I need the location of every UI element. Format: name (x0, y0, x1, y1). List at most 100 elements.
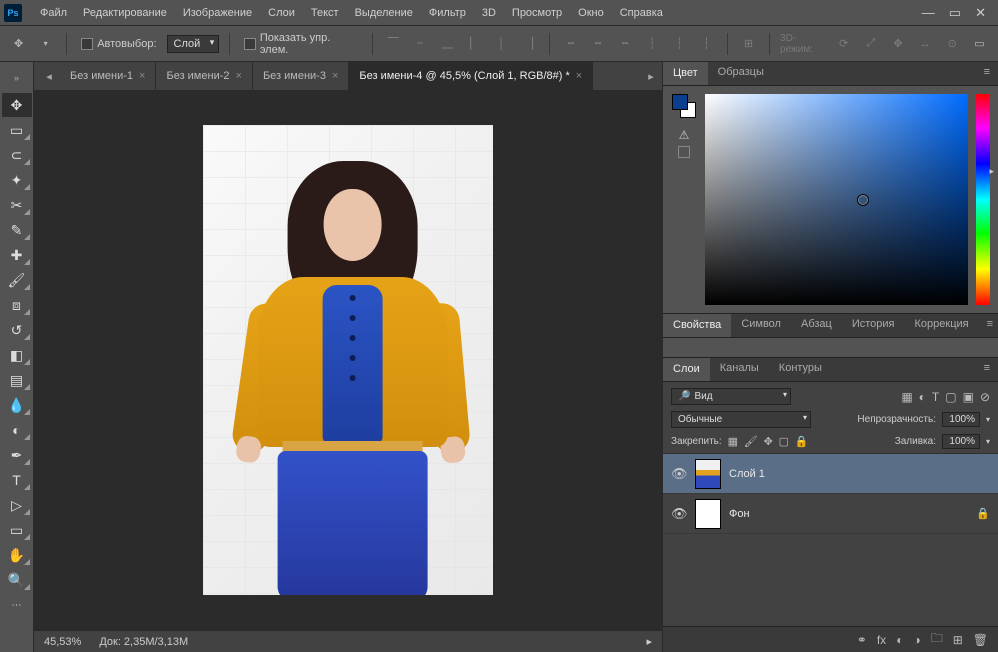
layer-row[interactable]: 👁 Слой 1 (663, 454, 998, 494)
tool-gradient[interactable]: ▤ (2, 368, 32, 392)
tool-marquee[interactable]: ▭ (2, 118, 32, 142)
visibility-icon[interactable]: 👁 (671, 466, 687, 482)
align-hcenter-icon[interactable]: │ (491, 33, 512, 55)
tool-zoom[interactable]: 🔍 (2, 568, 32, 592)
tab-channels[interactable]: Каналы (710, 358, 769, 381)
tab-swatches[interactable]: Образцы (708, 62, 774, 85)
tool-blur[interactable]: 💧 (2, 393, 32, 417)
align-right-icon[interactable]: ▕ (518, 33, 539, 55)
distribute-hcenter-icon[interactable]: ┆ (669, 33, 690, 55)
distribute-right-icon[interactable]: ┆ (696, 33, 717, 55)
tab-history[interactable]: История (842, 314, 905, 337)
close-icon[interactable]: × (576, 70, 582, 82)
tab-doc-1[interactable]: Без имени-1 × (60, 62, 156, 90)
filter-adjust-icon[interactable]: ◐ (919, 390, 926, 404)
panel-menu-icon[interactable]: ≡ (979, 314, 998, 337)
websafe-icon[interactable] (678, 146, 690, 158)
link-layers-icon[interactable]: ⚭ (857, 633, 867, 647)
menu-window[interactable]: Окно (570, 3, 612, 23)
layer-mask-icon[interactable]: ◐ (896, 633, 903, 647)
align-vcenter-icon[interactable]: ⎯ (410, 33, 431, 55)
panel-menu-icon[interactable]: ≡ (976, 62, 998, 85)
menu-help[interactable]: Справка (612, 3, 671, 23)
window-close-icon[interactable]: ✕ (975, 5, 986, 21)
tool-eyedropper[interactable]: ✎ (2, 218, 32, 242)
show-transform-checkbox[interactable]: Показать упр. элем. (240, 30, 361, 58)
slide3d-icon[interactable]: ↔ (915, 33, 936, 55)
menu-layers[interactable]: Слои (260, 3, 303, 23)
filter-pixel-icon[interactable]: ▦ (901, 390, 912, 404)
new-layer-icon[interactable]: ⊞ (953, 633, 963, 647)
tab-paragraph[interactable]: Абзац (791, 314, 842, 337)
distribute-bottom-icon[interactable]: ╍ (615, 33, 636, 55)
menu-select[interactable]: Выделение (347, 3, 421, 23)
foreground-background-swatch[interactable] (672, 94, 696, 118)
tool-text[interactable]: T (2, 468, 32, 492)
move-tool-icon[interactable]: ✥ (8, 33, 29, 55)
opacity-field[interactable]: 100% (942, 412, 980, 427)
tool-heal[interactable]: ✚ (2, 243, 32, 267)
tool-hand[interactable]: ✋ (2, 543, 32, 567)
close-icon[interactable]: × (332, 70, 338, 82)
distribute-vcenter-icon[interactable]: ╍ (587, 33, 608, 55)
canvas-area[interactable]: WAMOTVET.RU (34, 90, 662, 630)
menu-file[interactable]: Файл (32, 3, 75, 23)
tool-move[interactable]: ✥ (2, 93, 32, 117)
menu-view[interactable]: Просмотр (504, 3, 570, 23)
tab-paths[interactable]: Контуры (769, 358, 832, 381)
window-maximize-icon[interactable]: ▭ (949, 5, 961, 21)
filter-smart-icon[interactable]: ▣ (963, 390, 974, 404)
tool-history-brush[interactable]: ↺ (2, 318, 32, 342)
menu-edit[interactable]: Редактирование (75, 3, 175, 23)
toolbox-expand-icon[interactable]: » (12, 66, 22, 90)
layer-fx-icon[interactable]: fx (877, 633, 886, 647)
layer-thumbnail[interactable] (695, 459, 721, 489)
close-icon[interactable]: × (139, 70, 145, 82)
lock-transparent-icon[interactable]: ▦ (728, 436, 738, 448)
tool-pen[interactable]: ✒ (2, 443, 32, 467)
tool-crop[interactable]: ✂ (2, 193, 32, 217)
zoom3d-icon[interactable]: ⊙ (942, 33, 963, 55)
panel-menu-icon[interactable]: ≡ (976, 358, 998, 381)
doc-size[interactable]: Док: 2,35M/3,13M (99, 636, 188, 648)
filter-shape-icon[interactable]: ▢ (945, 390, 956, 404)
layer-name[interactable]: Фон (729, 508, 750, 520)
visibility-icon[interactable]: 👁 (671, 506, 687, 522)
layer-group-icon[interactable]: 🗀 (931, 629, 943, 650)
tool-stamp[interactable]: ⧈ (2, 293, 32, 317)
auto-select-checkbox[interactable]: Автовыбор: (77, 36, 160, 52)
gamut-warning-icon[interactable]: ⚠ (679, 128, 690, 142)
saturation-value-picker[interactable] (705, 94, 968, 305)
distribute-left-icon[interactable]: ┆ (642, 33, 663, 55)
blend-mode-dropdown[interactable]: Обычные (671, 411, 811, 428)
pan3d-icon[interactable]: ✥ (887, 33, 908, 55)
menu-image[interactable]: Изображение (175, 3, 260, 23)
status-menu-icon[interactable]: ▸ (646, 635, 652, 648)
window-minimize-icon[interactable]: ― (922, 5, 935, 21)
align-top-icon[interactable]: ⎺ (383, 33, 404, 55)
auto-select-target-dropdown[interactable]: Слой (167, 35, 220, 53)
layer-row[interactable]: 👁 Фон 🔒 (663, 494, 998, 534)
delete-layer-icon[interactable]: 🗑 (973, 633, 988, 647)
filter-toggle-icon[interactable]: ⊘ (980, 390, 990, 404)
tool-eraser[interactable]: ◧ (2, 343, 32, 367)
close-icon[interactable]: × (236, 70, 242, 82)
align-left-icon[interactable]: ▏ (464, 33, 485, 55)
tab-layers[interactable]: Слои (663, 358, 710, 381)
layer-filter-dropdown[interactable]: 🔎Вид (671, 388, 791, 405)
fill-field[interactable]: 100% (942, 434, 980, 449)
distribute-top-icon[interactable]: ╍ (560, 33, 581, 55)
tool-quick-select[interactable]: ✦ (2, 168, 32, 192)
filter-text-icon[interactable]: T (932, 390, 939, 404)
tab-doc-4[interactable]: Без имени-4 @ 45,5% (Слой 1, RGB/8#) * × (349, 62, 593, 90)
tab-properties[interactable]: Свойства (663, 314, 731, 337)
orbit3d-icon[interactable]: ⟳ (833, 33, 854, 55)
align-bottom-icon[interactable]: ⎽ (437, 33, 458, 55)
tab-adjustments[interactable]: Коррекция (905, 314, 979, 337)
tab-scroll-left[interactable]: ◂ (38, 62, 60, 90)
zoom-value[interactable]: 45,53% (44, 636, 81, 648)
lock-position-icon[interactable]: ✥ (764, 436, 773, 448)
tab-color[interactable]: Цвет (663, 62, 708, 85)
adjustment-layer-icon[interactable]: ◑ (913, 633, 920, 647)
tool-dodge[interactable]: ◐ (2, 418, 32, 442)
